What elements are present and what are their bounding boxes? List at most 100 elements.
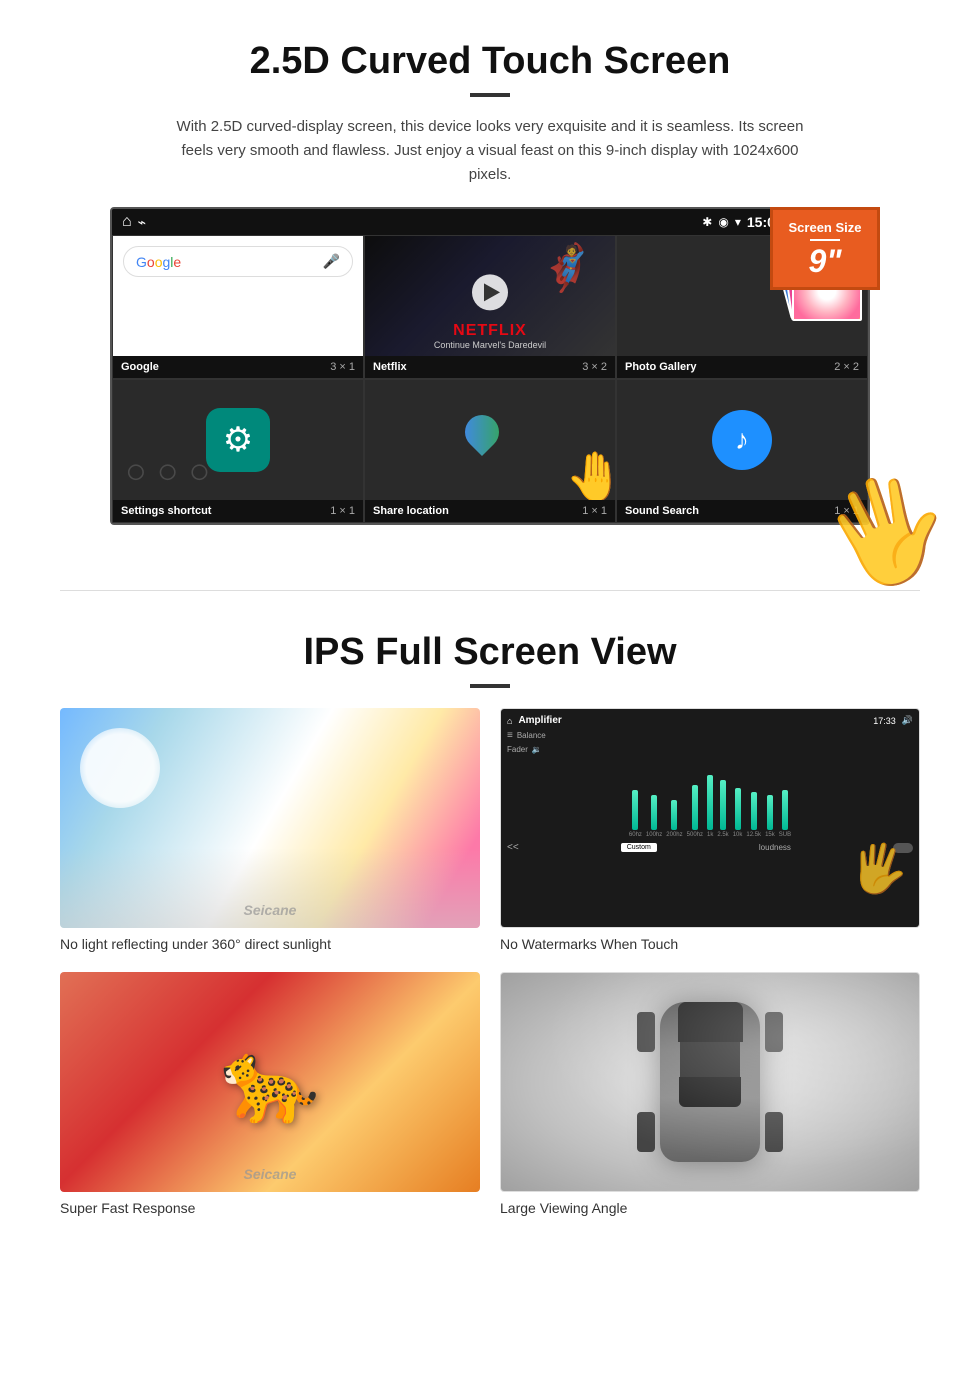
title-divider (470, 93, 510, 97)
google-app-name: Google (121, 361, 159, 373)
section-divider (60, 590, 920, 591)
eq-bar-15k: 15k (765, 795, 775, 838)
cheetah-card: 🐆 Seicane Super Fast Response (60, 972, 480, 1216)
share-label: Share location 1 × 1 (365, 500, 615, 522)
sky-image (60, 708, 480, 928)
sunlight-card: Seicane No light reflecting under 360° d… (60, 708, 480, 952)
usb-icon: ⌁ (138, 214, 146, 231)
netflix-logo: NETFLIX (371, 322, 609, 340)
eq-bar[interactable] (707, 775, 713, 830)
amp-title: Amplifier (518, 715, 561, 726)
ghost-icon-1: ○ (125, 450, 147, 492)
mic-icon[interactable]: 🎤 (323, 253, 340, 270)
play-triangle-icon (484, 283, 500, 301)
cheetah-emoji: 🐆 (220, 1035, 320, 1129)
music-note-icon: ♪ (735, 424, 749, 456)
image-grid: Seicane No light reflecting under 360° d… (60, 708, 920, 1216)
car-wheel-rr (765, 1112, 783, 1152)
eq-bar-sub: SUB (779, 790, 791, 838)
eq-bar[interactable] (692, 785, 698, 830)
car-wheel-fr (765, 1012, 783, 1052)
cheetah-caption: Super Fast Response (60, 1200, 480, 1216)
section1-title: 2.5D Curved Touch Screen (60, 40, 920, 83)
sound-thumb: ♪ (617, 380, 867, 500)
status-bar: ⌂ ⌁ ✱ ◉ ▾ 15:06 📷 🔊 ✕ ▭ (112, 209, 868, 235)
eq-bar[interactable] (720, 780, 726, 830)
amp-hand-icon: 🖐 (845, 835, 914, 902)
watermark-2: Seicane (244, 1166, 297, 1182)
sound-app-name: Sound Search (625, 505, 699, 517)
car-wheel-rl (637, 1112, 655, 1152)
app-cell-google[interactable]: Google 🎤 Google 3 × 1 (112, 235, 364, 379)
netflix-grid-size: 3 × 2 (582, 361, 607, 373)
google-thumb: Google 🎤 (113, 236, 363, 356)
amp-loudness-label: loudness (759, 843, 791, 852)
app-cell-netflix[interactable]: 🦸 NETFLIX Continue Marvel's Daredevil (364, 235, 616, 379)
section2-title-divider (470, 684, 510, 688)
amp-fader: Fader 🔉 (507, 745, 913, 754)
maps-pin (458, 408, 506, 456)
eq-bar[interactable] (671, 800, 677, 830)
eq-bar[interactable] (782, 790, 788, 830)
section-ips-screen: IPS Full Screen View Seicane No light re… (0, 611, 980, 1246)
eq-bar-100hz: 100hz (646, 795, 662, 838)
amp-controls: ≡ Balance (507, 730, 913, 741)
amplifier-caption: No Watermarks When Touch (500, 936, 920, 952)
share-app-name: Share location (373, 505, 449, 517)
badge-title: Screen Size (787, 220, 863, 235)
eq-bar[interactable] (767, 795, 773, 830)
cheetah-image-card: 🐆 Seicane (60, 972, 480, 1192)
netflix-thumb: 🦸 NETFLIX Continue Marvel's Daredevil (365, 236, 615, 356)
badge-divider (810, 239, 840, 241)
car-caption: Large Viewing Angle (500, 1200, 920, 1216)
section1-description: With 2.5D curved-display screen, this de… (170, 115, 810, 187)
car-rear-window (679, 1077, 741, 1107)
badge-size: 9" (809, 243, 842, 279)
eq-bar-10k: 10k (733, 788, 743, 838)
maps-icon (460, 410, 520, 470)
cheetah-image: 🐆 Seicane (60, 972, 480, 1192)
google-search-bar[interactable]: Google 🎤 (123, 246, 353, 277)
app-grid: Google 🎤 Google 3 × 1 (112, 235, 868, 523)
section-curved-screen: 2.5D Curved Touch Screen With 2.5D curve… (0, 0, 980, 550)
eq-bar-25k: 2.5k (717, 780, 728, 838)
play-button[interactable] (472, 274, 508, 310)
sunlight-caption: No light reflecting under 360° direct su… (60, 936, 480, 952)
eq-bar[interactable] (751, 792, 757, 830)
car-card: Large Viewing Angle (500, 972, 920, 1216)
ghost-icons: ○ ○ ○ (113, 450, 363, 492)
amp-home-icon: ⌂ (507, 716, 512, 726)
car-body (660, 1002, 760, 1162)
google-grid-size: 3 × 1 (330, 361, 355, 373)
car-roof (680, 1042, 740, 1077)
ghost-icon-2: ○ (157, 450, 179, 492)
eq-bar-500hz: 500hz (687, 785, 703, 838)
car-wheel-fl (637, 1012, 655, 1052)
bluetooth-icon: ✱ (702, 215, 712, 229)
amp-time: 17:33 (873, 716, 896, 726)
eq-bar[interactable] (651, 795, 657, 830)
google-label: Google 3 × 1 (113, 356, 363, 378)
gallery-label: Photo Gallery 2 × 2 (617, 356, 867, 378)
amplifier-card: ⌂ Amplifier 17:33 🔊 ≡ Balance Fader 🔉 (500, 708, 920, 952)
share-grid-size: 1 × 1 (582, 505, 607, 517)
netflix-overlay: NETFLIX Continue Marvel's Daredevil (365, 316, 615, 356)
eq-bar[interactable] (735, 788, 741, 830)
location-icon: ◉ (718, 215, 728, 229)
amp-volume-icon: 🔊 (902, 715, 913, 726)
amp-speaker-icon: 🔉 (532, 745, 542, 754)
amp-prev-icon: << (507, 842, 519, 853)
netflix-subtitle: Continue Marvel's Daredevil (371, 340, 609, 350)
eq-bar[interactable] (632, 790, 638, 830)
app-cell-settings[interactable]: ⚙ ○ ○ ○ Settings shortcut 1 × 1 (112, 379, 364, 523)
app-cell-share[interactable]: 🤚 Share location 1 × 1 (364, 379, 616, 523)
sound-icon-circle: ♪ (712, 410, 772, 470)
car-image-card (500, 972, 920, 1192)
amplifier-image-card: ⌂ Amplifier 17:33 🔊 ≡ Balance Fader 🔉 (500, 708, 920, 928)
amp-custom-btn[interactable]: Custom (621, 843, 657, 852)
google-logo: Google (136, 254, 181, 270)
amp-screen: ⌂ Amplifier 17:33 🔊 ≡ Balance Fader 🔉 (501, 709, 919, 927)
daredevil-figure: 🦸 (539, 241, 595, 294)
netflix-app-name: Netflix (373, 361, 407, 373)
amp-eq-icon: ≡ (507, 730, 513, 741)
